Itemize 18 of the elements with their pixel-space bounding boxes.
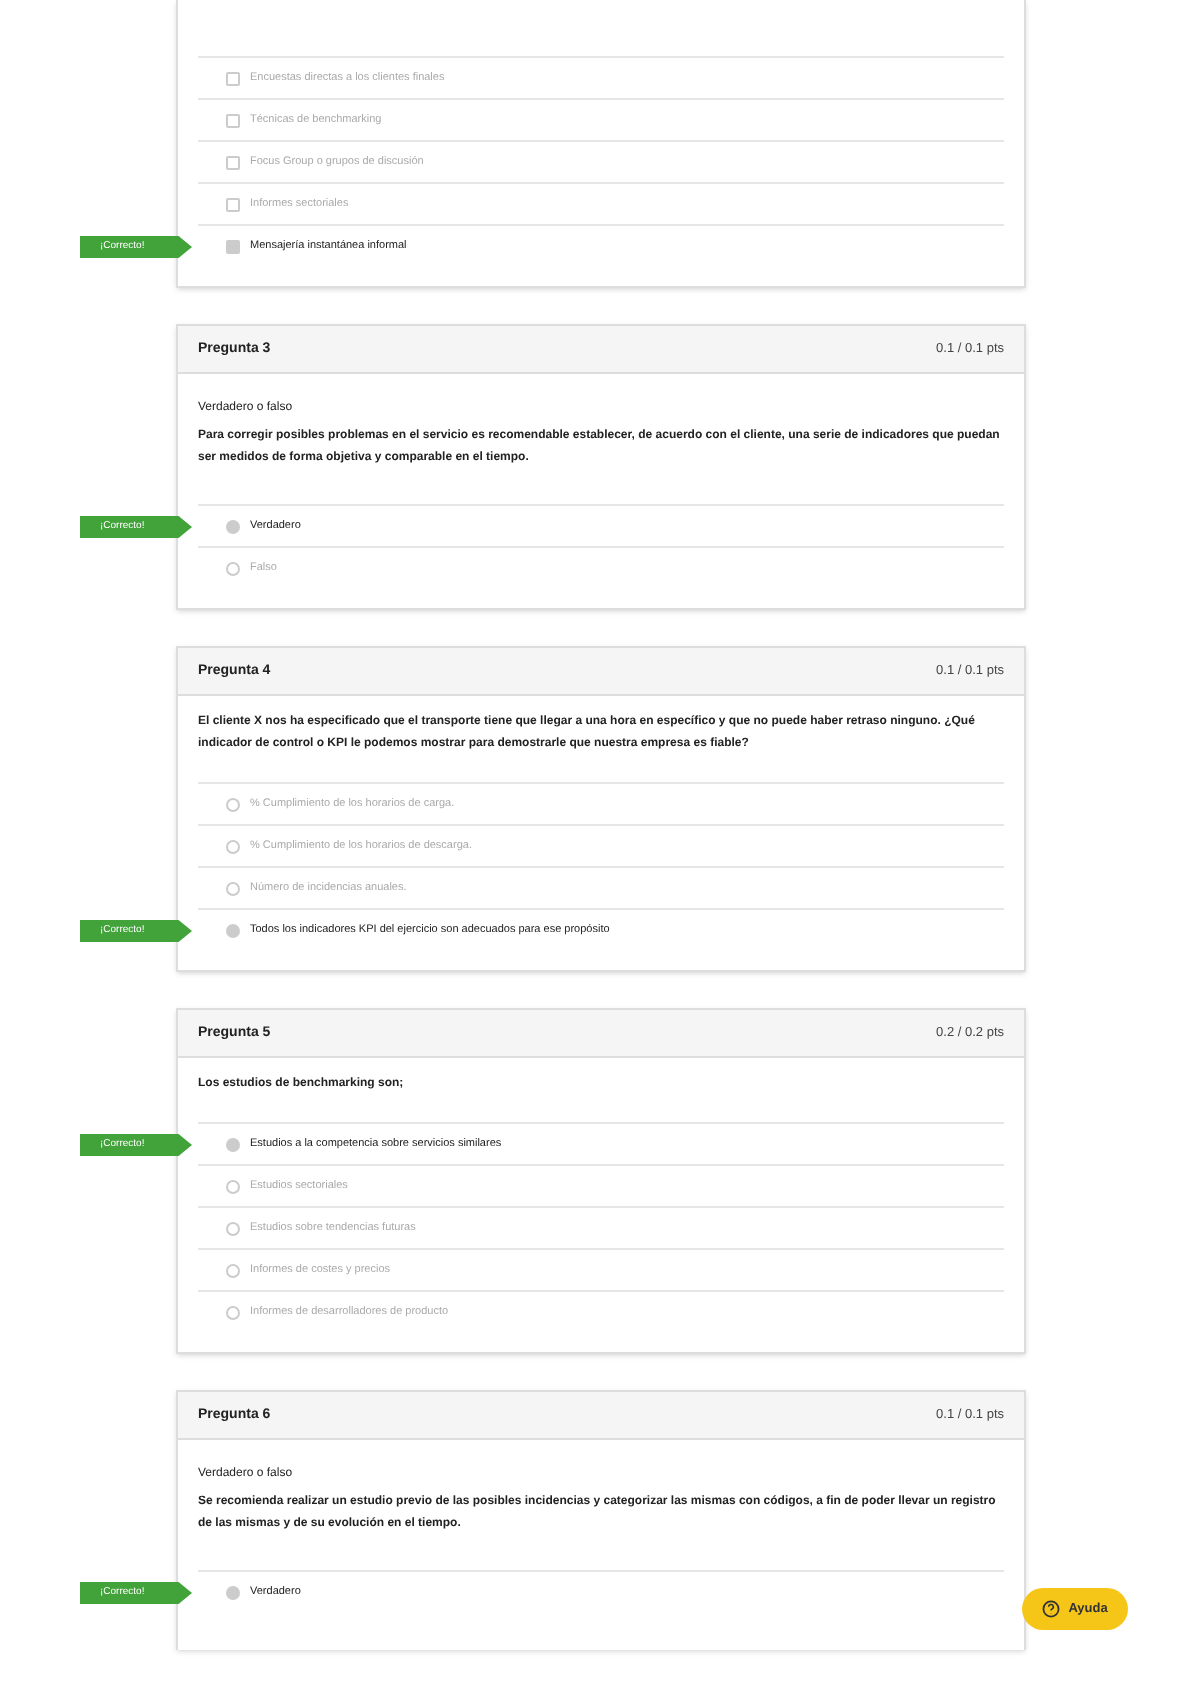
- checkbox[interactable]: [226, 239, 240, 253]
- radio-button[interactable]: [226, 519, 240, 533]
- checkbox[interactable]: [226, 155, 240, 169]
- radio-button[interactable]: [226, 1263, 240, 1277]
- radio-button[interactable]: [226, 1137, 240, 1151]
- radio-button[interactable]: [226, 1221, 240, 1235]
- radio-button[interactable]: [226, 1179, 240, 1193]
- help-icon: [1042, 1600, 1061, 1618]
- radio-button[interactable]: [226, 881, 240, 895]
- checkbox[interactable]: [226, 197, 240, 211]
- radio-button[interactable]: [226, 561, 240, 575]
- radio-button[interactable]: [226, 1585, 240, 1599]
- radio-button[interactable]: [226, 839, 240, 853]
- checkbox[interactable]: [226, 113, 240, 127]
- checkbox[interactable]: [226, 71, 240, 85]
- radio-button[interactable]: [226, 923, 240, 937]
- radio-button[interactable]: [226, 1305, 240, 1319]
- radio-button[interactable]: [226, 797, 240, 811]
